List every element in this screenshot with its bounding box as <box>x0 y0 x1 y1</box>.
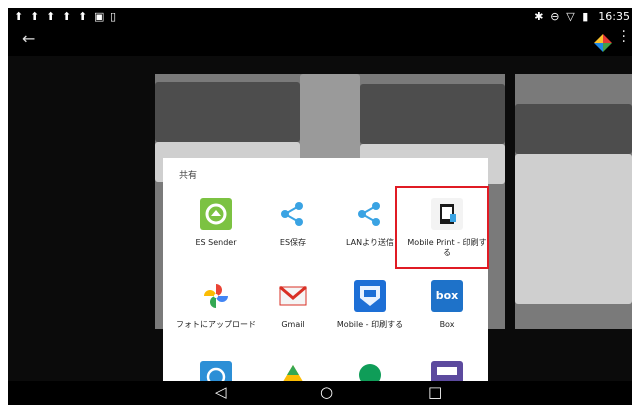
share-lan-icon <box>354 198 386 230</box>
notification-icon: ⬆ <box>46 10 56 23</box>
gmail-icon <box>277 280 309 312</box>
status-time: 16:35 <box>598 10 630 23</box>
app-label: Gmail <box>281 320 305 329</box>
printer-machine <box>515 154 632 304</box>
nav-recents-button[interactable]: □ <box>428 383 442 401</box>
app-mobile-print-2[interactable]: Mobile - 印刷する <box>328 280 412 330</box>
status-bar: ⬆ ⬆ ⬆ ⬆ ⬆ ▣ ▯ ✱ ⊖ ▽ ▮ 16:35 <box>8 8 632 28</box>
notification-icon: ⬆ <box>30 10 40 23</box>
device-screen: ⬆ ⬆ ⬆ ⬆ ⬆ ▣ ▯ ✱ ⊖ ▽ ▮ 16:35 ← · · · 共有 E… <box>8 8 632 405</box>
printer-machine <box>360 84 505 144</box>
printer-machine <box>515 104 632 154</box>
app-label: Mobile - 印刷する <box>336 320 404 329</box>
nav-home-button[interactable]: ○ <box>320 383 333 401</box>
app-box[interactable]: box Box <box>405 280 489 330</box>
bluetooth-icon: ✱ <box>534 10 544 23</box>
do-not-disturb-icon: ⊖ <box>550 10 560 23</box>
box-icon: box <box>431 280 463 312</box>
notification-icon: ⬆ <box>62 10 72 23</box>
notification-icon: ⬆ <box>78 10 88 23</box>
wifi-icon: ▽ <box>566 10 575 23</box>
notification-icon: ⬆ <box>14 10 24 23</box>
battery-icon: ▮ <box>582 10 589 23</box>
share-sheet-title: 共有 <box>179 171 198 181</box>
status-system: ✱ ⊖ ▽ ▮ 16:35 <box>534 11 630 23</box>
app-logo-icon <box>594 34 612 52</box>
app-es-sender[interactable]: ES Sender <box>174 198 258 248</box>
app-google-photos[interactable]: フォトにアップロード <box>174 280 258 330</box>
app-label: Box <box>439 320 455 329</box>
printer-machine <box>155 82 300 142</box>
app-es-save[interactable]: ES保存 <box>251 198 335 248</box>
highlight-frame <box>395 186 489 269</box>
back-arrow-icon[interactable]: ← <box>22 29 35 48</box>
image-icon: ▣ <box>94 10 105 23</box>
nav-back-button[interactable]: ◁ <box>215 383 227 401</box>
download-icon: ▯ <box>110 10 117 23</box>
status-notifications: ⬆ ⬆ ⬆ ⬆ ⬆ ▣ ▯ <box>14 11 120 23</box>
action-bar: ← · · · <box>8 25 632 56</box>
es-sender-icon <box>200 198 232 230</box>
app-label: フォトにアップロード <box>176 320 256 329</box>
mobile-print-app-icon <box>354 280 386 312</box>
navigation-bar: ◁ ○ □ <box>8 381 632 405</box>
app-label: ES保存 <box>279 238 307 247</box>
overflow-menu-icon[interactable]: · · · <box>622 25 626 49</box>
google-photos-icon <box>200 280 232 312</box>
app-gmail[interactable]: Gmail <box>251 280 335 330</box>
photo-next[interactable] <box>515 74 632 329</box>
app-label: ES Sender <box>195 238 237 247</box>
share-es-icon <box>277 198 309 230</box>
